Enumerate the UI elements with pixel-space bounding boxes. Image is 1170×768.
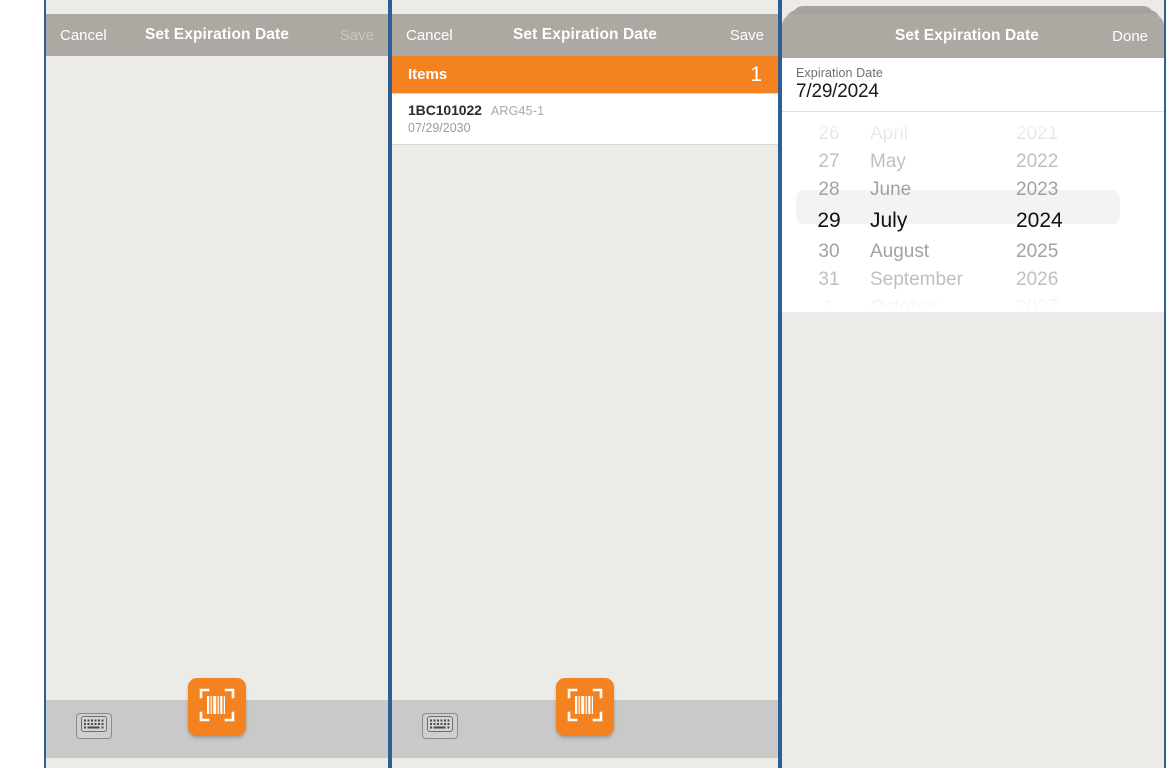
picker-option[interactable]: May	[870, 148, 1002, 176]
picker-option[interactable]: 2021	[1016, 120, 1126, 148]
picker-option[interactable]: 1	[800, 294, 858, 312]
empty-content-area	[46, 56, 388, 768]
barcode-scan-button[interactable]	[556, 678, 614, 736]
list-empty-space	[392, 145, 778, 685]
barcode-scan-icon	[197, 685, 237, 730]
picker-option[interactable]: August	[870, 238, 1002, 266]
save-button[interactable]: Save	[322, 27, 374, 44]
picker-option-selected[interactable]: July	[870, 204, 1002, 238]
picker-option[interactable]: 27	[800, 148, 858, 176]
picker-option[interactable]: 2022	[1016, 148, 1126, 176]
item-sku: ARG45-1	[490, 104, 545, 118]
expiration-date-label: Expiration Date	[796, 66, 883, 80]
picker-option[interactable]: 30	[800, 238, 858, 266]
table-row[interactable]: 1BC101022 ARG45-1 07/29/2030	[392, 94, 778, 145]
picker-wheel-year[interactable]: 2021 2022 2023 2024 2025 2026 2027	[1002, 112, 1126, 312]
screenshot-root: Cancel Set Expiration Date Save Cancel S…	[0, 0, 1170, 768]
barcode-scan-icon	[565, 685, 605, 730]
picker-option-selected[interactable]: 2024	[1016, 204, 1126, 238]
done-button[interactable]: Done	[1096, 28, 1148, 45]
item-code: 1BC101022	[408, 102, 482, 118]
items-content-area: Items 1 1BC101022 ARG45-1 07/29/2030	[392, 56, 778, 768]
picker-option[interactable]: 2025	[1016, 238, 1126, 266]
picker-option[interactable]: October	[870, 294, 1002, 312]
cancel-button[interactable]: Cancel	[406, 27, 458, 44]
keyboard-button[interactable]	[422, 713, 458, 739]
picker-option[interactable]: 2026	[1016, 266, 1126, 294]
bottom-toolbar	[46, 678, 388, 758]
page-title: Set Expiration Date	[894, 27, 1040, 44]
date-picker[interactable]: 26 27 28 29 30 31 1 April May June July …	[782, 112, 1164, 312]
page-title: Set Expiration Date	[144, 26, 290, 43]
picker-option[interactable]: June	[870, 176, 1002, 204]
items-section-header: Items 1	[392, 56, 778, 94]
screen-set-expiration-empty: Cancel Set Expiration Date Save	[44, 0, 390, 768]
cancel-button[interactable]: Cancel	[60, 27, 112, 44]
expiration-date-value: 7/29/2024	[796, 81, 879, 102]
picker-option[interactable]: September	[870, 266, 1002, 294]
navigation-bar: Cancel Set Expiration Date Save	[392, 14, 778, 56]
expiration-date-field[interactable]: Expiration Date 7/29/2024	[782, 58, 1164, 112]
save-button[interactable]: Save	[712, 27, 764, 44]
picker-option[interactable]: 2023	[1016, 176, 1126, 204]
sheet-empty-space	[782, 312, 1164, 732]
screen-date-picker-sheet: Set Expiration Date Done Expiration Date…	[780, 0, 1166, 768]
row-primary-line: 1BC101022 ARG45-1	[408, 102, 762, 118]
picker-option[interactable]: 26	[800, 120, 858, 148]
picker-wheel-day[interactable]: 26 27 28 29 30 31 1	[800, 112, 858, 312]
keyboard-icon	[427, 715, 453, 737]
keyboard-icon	[81, 715, 107, 737]
items-count-badge: 1	[750, 63, 762, 86]
picker-option[interactable]: April	[870, 120, 1002, 148]
navigation-bar: Set Expiration Date Done	[782, 14, 1164, 58]
screen-set-expiration-with-item: Cancel Set Expiration Date Save Items 1 …	[390, 0, 780, 768]
items-section-title: Items	[408, 66, 448, 83]
picker-option[interactable]: 2027	[1016, 294, 1126, 312]
modal-sheet: Set Expiration Date Done Expiration Date…	[782, 14, 1164, 768]
picker-wheel-month[interactable]: April May June July August September Oct…	[858, 112, 1002, 312]
picker-option[interactable]: 31	[800, 266, 858, 294]
barcode-scan-button[interactable]	[188, 678, 246, 736]
page-title: Set Expiration Date	[512, 26, 658, 43]
picker-option[interactable]: 28	[800, 176, 858, 204]
items-list: 1BC101022 ARG45-1 07/29/2030	[392, 94, 778, 145]
item-expiration-date: 07/29/2030	[408, 121, 471, 135]
keyboard-button[interactable]	[76, 713, 112, 739]
bottom-toolbar	[392, 678, 778, 758]
picker-option-selected[interactable]: 29	[800, 204, 858, 238]
navigation-bar: Cancel Set Expiration Date Save	[46, 14, 388, 56]
